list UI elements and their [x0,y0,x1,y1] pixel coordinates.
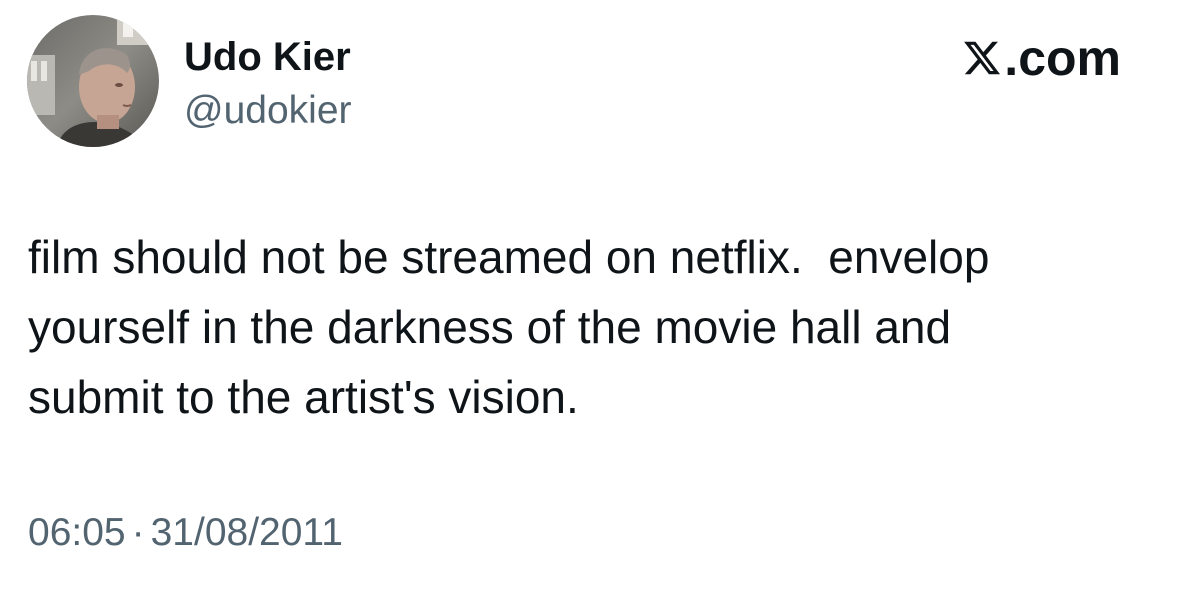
tweet-time: 06:05 [28,511,126,554]
tweet-text: film should not be streamed on netflix. … [28,231,990,423]
avatar[interactable] [27,15,159,147]
tweet-timestamp[interactable]: 06:05 · 31/08/2011 [28,508,343,558]
profile-photo [27,15,159,147]
brand-link[interactable]: .com [962,30,1121,86]
tweet-date: 31/08/2011 [150,511,343,554]
meta-separator: · [131,511,145,554]
brand-domain-text: .com [1004,30,1121,86]
display-name[interactable]: Udo Kier [184,33,351,81]
username-handle[interactable]: @udokier [184,88,352,134]
x-logo-icon [964,41,1001,75]
